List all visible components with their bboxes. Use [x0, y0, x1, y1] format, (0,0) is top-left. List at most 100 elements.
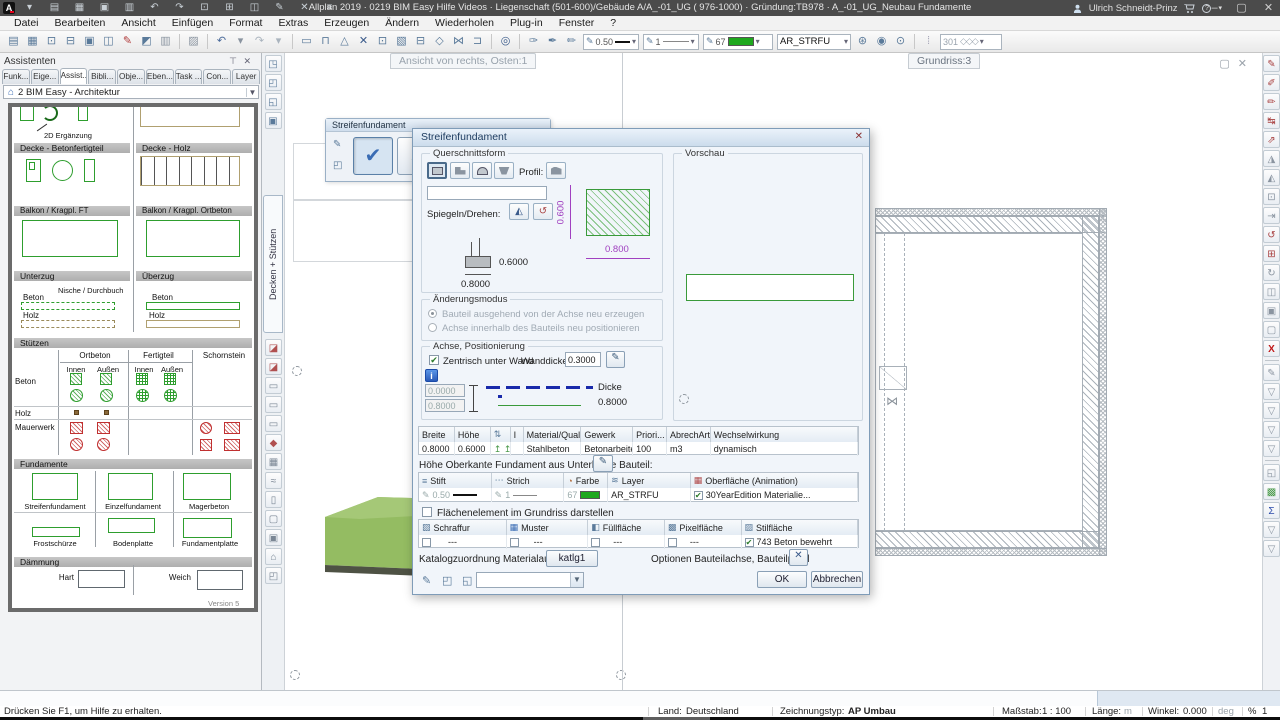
- qa-tools-icon[interactable]: ✕: [296, 0, 313, 17]
- assistant-item-decke-holz[interactable]: [140, 156, 240, 186]
- cell-breite[interactable]: 0.8000: [419, 442, 455, 456]
- assistant-group-select[interactable]: ⌂ 2 BIM Easy - Architektur ▼: [3, 85, 259, 99]
- assistant-item-schornstein[interactable]: [200, 422, 212, 434]
- layer-select[interactable]: AR_STRFU▾: [777, 34, 851, 50]
- schraffur-checkbox[interactable]: [422, 538, 431, 547]
- cell-i[interactable]: [511, 442, 524, 456]
- filter-farbe-icon[interactable]: ▽: [1263, 402, 1280, 419]
- cell-fuellflaeche[interactable]: ---: [588, 535, 665, 549]
- massstab-value[interactable]: 1 : 100: [1042, 706, 1071, 717]
- menu-item-9[interactable]: Plug-in: [502, 16, 551, 31]
- gebaeude-icon[interactable]: ▦: [265, 453, 282, 470]
- katalog-button[interactable]: katlg1: [546, 550, 598, 567]
- bereich-icon[interactable]: ▢: [1263, 321, 1280, 338]
- notiz-icon[interactable]: ▥: [157, 33, 174, 50]
- user-name[interactable]: Ulrich Schneidt-Prinz: [1089, 3, 1178, 14]
- treppe-icon[interactable]: ≈: [265, 472, 282, 489]
- rotate-button[interactable]: ↺: [533, 203, 553, 220]
- shape-trapez-button[interactable]: [494, 162, 514, 179]
- assistant-item-daemmung-weich[interactable]: [197, 570, 243, 590]
- minimize-icon[interactable]: –: [1206, 0, 1223, 17]
- export-icon[interactable]: ◰: [265, 567, 282, 584]
- col-hoehe[interactable]: Höhe: [455, 427, 491, 442]
- panel-tab-4[interactable]: Obje...: [117, 69, 145, 84]
- info-button[interactable]: i: [425, 369, 438, 382]
- assistant-item-stuetze[interactable]: [104, 410, 109, 415]
- stift-b-icon[interactable]: ✒: [544, 33, 561, 50]
- gelaende-icon[interactable]: △: [336, 33, 353, 50]
- assistant-item-stuetze[interactable]: [74, 410, 79, 415]
- maximize-icon[interactable]: ▢: [1233, 0, 1250, 17]
- stift-icon[interactable]: ✎: [1263, 364, 1280, 381]
- cell-material[interactable]: Stahlbeton: [524, 442, 582, 456]
- panel-tab-5[interactable]: Eben...: [146, 69, 174, 84]
- col-abrechart[interactable]: AbrechArt: [667, 427, 711, 442]
- oeffnen-icon[interactable]: ⊟: [62, 33, 79, 50]
- verbinden-icon[interactable]: ⋈: [450, 33, 467, 50]
- panel-tab-6[interactable]: Task ...: [175, 69, 203, 84]
- pattern-select[interactable]: 301◇◇◇▾: [940, 34, 1002, 50]
- assistant-item-balkon-ft[interactable]: [22, 220, 118, 257]
- punkte-modifizieren-icon[interactable]: ✐: [1263, 74, 1280, 91]
- menu-item-6[interactable]: Erzeugen: [316, 16, 377, 31]
- qa-undo-icon[interactable]: ↶: [146, 0, 163, 17]
- filter-stift-icon[interactable]: ▽: [1263, 421, 1280, 438]
- loeschen-x-icon[interactable]: X: [1263, 340, 1280, 357]
- line-color-select[interactable]: ✎ 67▾: [703, 34, 773, 50]
- trimmen-icon[interactable]: ↹: [1263, 112, 1280, 129]
- assistant-item-fundamentplatte[interactable]: [183, 518, 232, 538]
- assistant-item-stuetze[interactable]: [100, 389, 113, 402]
- cancel-button[interactable]: Abbrechen: [811, 571, 863, 588]
- optionen-button[interactable]: ✕: [789, 549, 808, 566]
- panel-tab-0[interactable]: Funk...: [2, 69, 30, 84]
- viewport-maximize-icon[interactable]: ▢: [1219, 58, 1235, 70]
- werkzeuge-icon[interactable]: ✕: [355, 33, 372, 50]
- allplan-logo-icon[interactable]: A: [3, 2, 15, 14]
- profil-button[interactable]: [546, 162, 566, 179]
- fuellflaeche-checkbox[interactable]: [591, 538, 600, 547]
- viewport-close-icon[interactable]: ✕: [1238, 58, 1253, 70]
- col-prioritaet[interactable]: Priori...: [633, 427, 667, 442]
- assistant-item-stuetze[interactable]: [70, 389, 83, 402]
- kopieren-icon[interactable]: ⊡: [1263, 188, 1280, 205]
- assistant-item-ueberzug-holz[interactable]: [146, 320, 240, 328]
- qa-save-icon[interactable]: ▣: [96, 0, 113, 17]
- kopieren-icon[interactable]: ⊡: [43, 33, 60, 50]
- zeichnungstyp-value[interactable]: AP Umbau: [848, 706, 896, 717]
- menu-item-2[interactable]: Ansicht: [113, 16, 163, 31]
- vorderansicht-icon[interactable]: ◰: [265, 74, 282, 91]
- anordnen-icon[interactable]: ◫: [1263, 283, 1280, 300]
- menu-item-10[interactable]: Fenster: [551, 16, 603, 31]
- freihand-icon[interactable]: ✎: [119, 33, 136, 50]
- assistant-item-stuetze[interactable]: [136, 373, 148, 385]
- loeschen-icon[interactable]: ✎: [1263, 55, 1280, 72]
- pixelflaeche-checkbox[interactable]: [668, 538, 677, 547]
- grundriss-icon[interactable]: ▣: [265, 112, 282, 129]
- filter-bauteil-icon[interactable]: ▽: [1263, 540, 1280, 557]
- menu-item-3[interactable]: Einfügen: [164, 16, 221, 31]
- assistant-item-ueberzug-beton[interactable]: [146, 302, 240, 310]
- assistant-item-stuetze[interactable]: [100, 373, 112, 385]
- qa-camera-icon[interactable]: ⊞: [221, 0, 238, 17]
- cell-stift[interactable]: ✎0.50: [419, 488, 492, 502]
- cell-abrechart[interactable]: m3: [667, 442, 711, 456]
- assistant-item-stuetze[interactable]: [70, 438, 83, 451]
- dokument-icon[interactable]: ◩: [138, 33, 155, 50]
- auswahl-icon[interactable]: ◱: [1263, 464, 1280, 481]
- stift-a-icon[interactable]: ✑: [525, 33, 542, 50]
- col-layer[interactable]: ≋Layer: [608, 473, 691, 488]
- col-hoehenlage-icon[interactable]: ⇅: [491, 427, 511, 442]
- assistant-item-frostschuerze[interactable]: [32, 527, 80, 537]
- col-oberflaeche[interactable]: ▦Oberfläche (Animation): [691, 473, 858, 488]
- rahmen-icon[interactable]: ▢: [265, 510, 282, 527]
- assistant-item-magerbeton[interactable]: [183, 473, 231, 500]
- tuer-element-icon[interactable]: ▯: [265, 491, 282, 508]
- ausrichten-icon[interactable]: ⊞: [1263, 245, 1280, 262]
- assistant-item-stuetze[interactable]: [97, 438, 110, 451]
- view-tab-right[interactable]: Grundriss:3: [908, 53, 980, 69]
- close-icon[interactable]: ✕: [1260, 0, 1277, 17]
- offset-top-input[interactable]: [425, 384, 465, 397]
- assistant-item-streifenfundament[interactable]: [32, 473, 78, 500]
- shape-rect-button[interactable]: [427, 162, 447, 179]
- fenster-icon[interactable]: ◪: [265, 358, 282, 375]
